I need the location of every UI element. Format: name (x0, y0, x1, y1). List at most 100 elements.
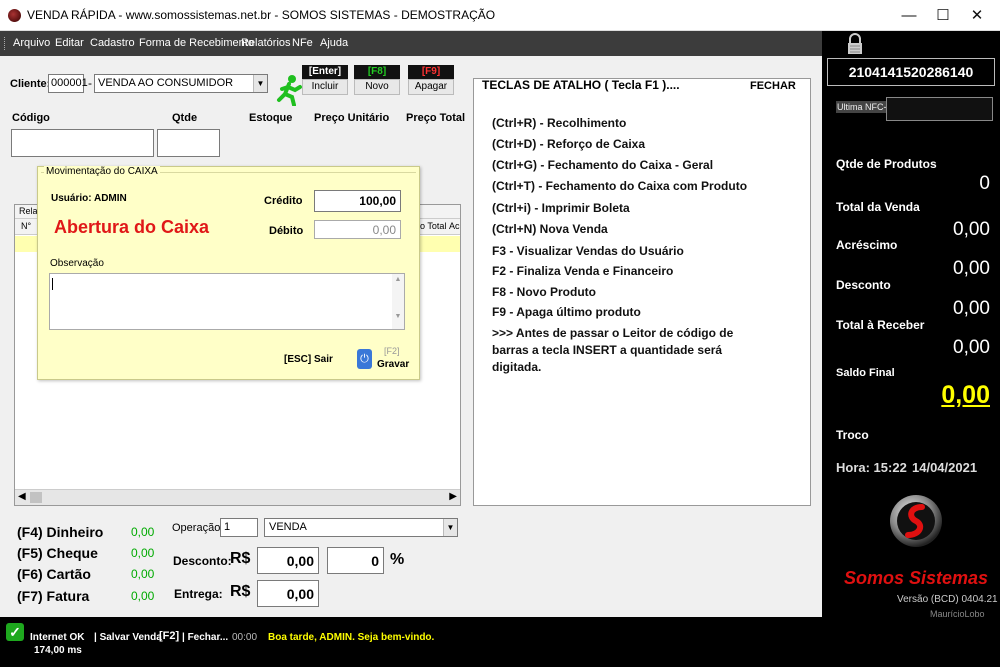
somos-logo-icon (890, 495, 942, 547)
gravar-button[interactable]: Gravar (377, 359, 409, 370)
shortcut-line: F9 - Apaga último produto (492, 305, 641, 319)
dialog-usuario: Usuário: ADMIN (51, 193, 127, 204)
saldo-final-value: 0,00 (941, 381, 990, 409)
novo-key: [F8] (354, 65, 400, 79)
chevron-down-icon[interactable]: ▼ (253, 75, 267, 92)
title-bar: VENDA RÁPIDA - www.somossistemas.net.br … (0, 0, 1000, 31)
shortcuts-title: TECLAS DE ATALHO ( Tecla F1 ).... (482, 78, 680, 92)
salvar-venda-text[interactable]: | Salvar Venda (94, 632, 162, 643)
apagar-button[interactable]: [F9] Apagar (408, 65, 454, 95)
estoque-label: Estoque (249, 112, 293, 124)
dialog-heading: Abertura do Caixa (54, 217, 210, 237)
incluir-button[interactable]: [Enter] Incluir (302, 65, 348, 95)
col-ac: Ac (449, 221, 460, 231)
save-disk-icon[interactable]: ⏻ (357, 349, 372, 369)
incluir-key: [Enter] (302, 65, 348, 79)
observacao-textarea[interactable]: ▲ ▼ (49, 273, 405, 330)
totals-panel: 2104141520286140 Ultima NFC-e Qtde de Pr… (822, 31, 1000, 617)
preco-total-label: Preço Total (406, 112, 466, 124)
desconto-label: Desconto: (173, 554, 232, 568)
preco-unitario-label: Preço Unitário (314, 112, 390, 124)
client-dash: - (88, 76, 92, 90)
shortcuts-close-button[interactable]: FECHAR (750, 80, 796, 92)
client-name-select[interactable]: VENDA AO CONSUMIDOR ▼ (94, 74, 268, 93)
menu-ajuda[interactable]: Ajuda (320, 37, 348, 49)
scroll-left-icon[interactable]: ◀ (18, 491, 26, 502)
menu-grip (4, 37, 6, 50)
payment-fatura-value: 0,00 (131, 589, 155, 603)
running-man-icon (277, 75, 302, 106)
operacao-code-input[interactable]: 1 (220, 518, 258, 537)
author-text: MaurícioLobo (930, 609, 985, 617)
timer-text: 00:00 (232, 632, 258, 643)
desconto-currency: R$ (230, 550, 251, 567)
fechar-text[interactable]: | Fechar... (182, 632, 228, 643)
codigo-input[interactable] (11, 129, 154, 157)
shortcut-line: F2 - Finaliza Venda e Financeiro (492, 264, 674, 278)
menu-cadastro[interactable]: Cadastro (90, 37, 135, 49)
desconto-percent-input[interactable]: 0 (327, 547, 384, 574)
menu-arquivo[interactable]: Arquivo (13, 37, 50, 49)
payment-dinheiro-value: 0,00 (131, 525, 155, 539)
shortcut-line: (Ctrl+G) - Fechamento do Caixa - Geral (492, 158, 714, 172)
shortcut-line: (Ctrl+N) Nova Venda (492, 222, 608, 236)
qtde-input[interactable] (157, 129, 220, 157)
menu-editar[interactable]: Editar (55, 37, 84, 49)
saldo-final-label: Saldo Final (836, 367, 895, 379)
entrega-label: Entrega: (174, 587, 223, 601)
total-receber-value: 0,00 (953, 337, 990, 358)
novo-label: Novo (354, 79, 400, 95)
text-cursor (52, 278, 53, 290)
shortcut-note: barras a tecla INSERT a quantidade será (492, 343, 723, 357)
desconto-value-input[interactable]: 0,00 (257, 547, 319, 574)
debito-input[interactable]: 0,00 (314, 220, 401, 239)
payment-cheque-value: 0,00 (131, 546, 155, 560)
acrescimo-value: 0,00 (953, 258, 990, 279)
qtde-produtos-value: 0 (979, 173, 990, 194)
close-button[interactable]: ✕ (954, 0, 1000, 31)
novo-button[interactable]: [F8] Novo (354, 65, 400, 95)
date-display: 14/04/2021 (912, 460, 978, 475)
incluir-label: Incluir (302, 79, 348, 95)
caixa-dialog: Movimentação do CAIXA Usuário: ADMIN Abe… (37, 166, 420, 380)
troco-label: Troco (836, 428, 869, 442)
internet-status: Internet OK (30, 632, 85, 643)
menu-forma-recebimento[interactable]: Forma de Recebimento (139, 37, 254, 49)
shortcut-line: F8 - Novo Produto (492, 285, 596, 299)
menu-nfe[interactable]: NFe (292, 37, 313, 49)
chevron-down-icon[interactable]: ▼ (443, 519, 457, 536)
shortcut-line: (Ctrl+T) - Fechamento do Caixa com Produ… (492, 179, 748, 193)
payment-dinheiro-label: (F4) Dinheiro (17, 524, 104, 540)
shortcut-note: >>> Antes de passar o Leitor de código d… (492, 326, 734, 340)
percent-sign: % (390, 551, 405, 568)
gravar-key: [F2] (384, 346, 400, 356)
status-bar: ✓ Internet OK 174,00 ms | Salvar Venda [… (0, 617, 1000, 667)
entrega-value-input[interactable]: 0,00 (257, 580, 319, 607)
apagar-label: Apagar (408, 79, 454, 95)
table-rela: Rela (19, 206, 38, 216)
client-label: Cliente: (10, 78, 51, 90)
total-venda-label: Total da Venda (836, 200, 920, 214)
payment-cheque-label: (F5) Cheque (17, 545, 98, 561)
credito-label: Crédito (264, 195, 303, 207)
client-code-input[interactable]: 000001 (48, 74, 88, 93)
qtde-label: Qtde (172, 112, 198, 124)
vertical-scrollbar[interactable]: ▲ ▼ (392, 274, 404, 329)
scroll-thumb[interactable] (30, 492, 42, 503)
latency-text: 174,00 ms (34, 645, 82, 656)
desconto-total-value: 0,00 (953, 298, 990, 319)
total-venda-value: 0,00 (953, 219, 990, 240)
credito-input[interactable]: 100,00 (314, 190, 401, 212)
acrescimo-label: Acréscimo (836, 238, 898, 252)
salvar-key: [F2] (159, 630, 180, 642)
shortcut-line: (Ctrl+D) - Reforço de Caixa (492, 137, 646, 151)
payment-fatura-label: (F7) Fatura (17, 588, 90, 604)
nfce-input[interactable] (886, 97, 993, 121)
horizontal-scrollbar[interactable]: ◀ ▶ (15, 489, 460, 505)
lock-icon[interactable] (846, 33, 864, 55)
sair-button[interactable]: [ESC] Sair (284, 354, 333, 365)
version-text: Versão (BCD) 0404.21 (897, 594, 998, 605)
operacao-select[interactable]: VENDA ▼ (264, 518, 458, 537)
scroll-right-icon[interactable]: ▶ (449, 491, 457, 502)
menu-relatorios[interactable]: Relatórios (241, 37, 291, 49)
